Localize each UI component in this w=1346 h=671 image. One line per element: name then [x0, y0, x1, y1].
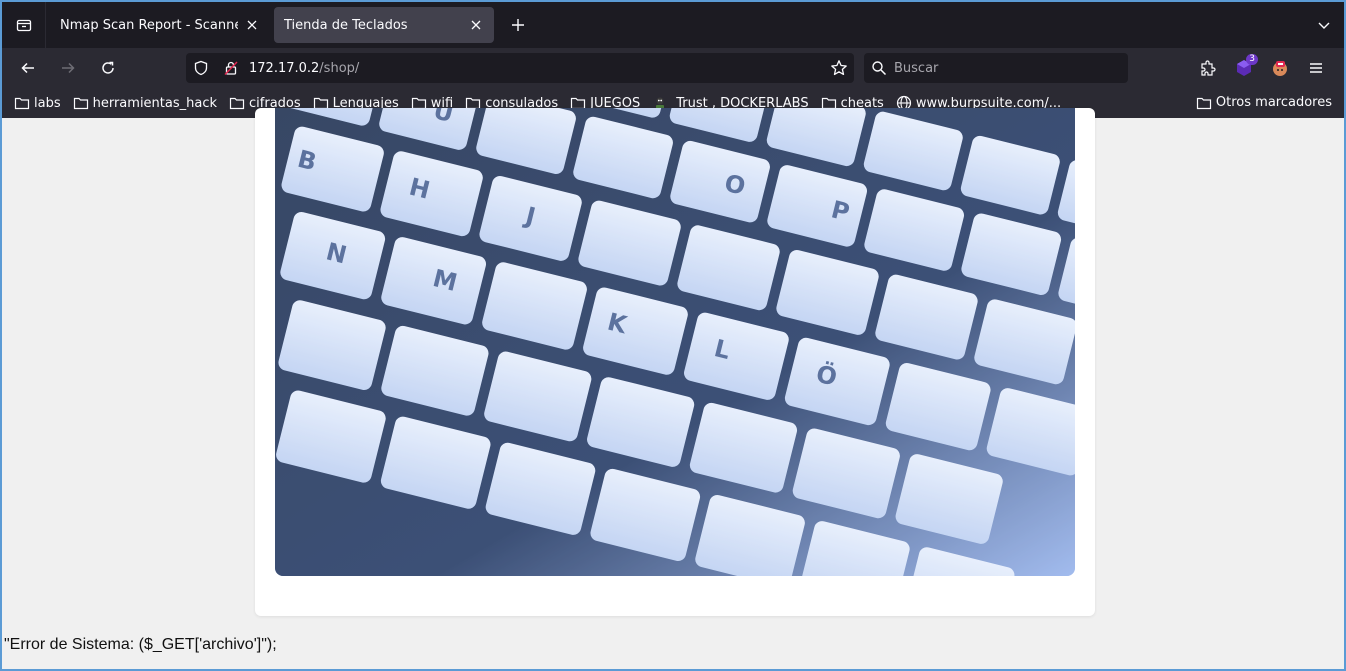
- other-bookmarks-label: Otros marcadores: [1215, 95, 1332, 110]
- extension-badge: 3: [1246, 54, 1258, 65]
- arrow-right-icon: [62, 62, 75, 74]
- app-menu-button[interactable]: [1298, 52, 1334, 84]
- bookmark-label: herramientas_hack: [92, 95, 218, 111]
- tab-title: Nmap Scan Report - Scanned at M: [60, 17, 238, 33]
- keyboard-photo: G H J K L Ö N M U O P B T: [275, 108, 1075, 576]
- tab-list-icon: [16, 19, 31, 32]
- list-all-tabs-button[interactable]: [1304, 2, 1344, 48]
- close-tab-button[interactable]: [468, 17, 484, 33]
- product-card: G H J K L Ö N M U O P B T: [255, 108, 1095, 616]
- tab-nmap-report[interactable]: Nmap Scan Report - Scanned at M: [50, 7, 270, 43]
- reload-button[interactable]: [90, 52, 126, 84]
- folder-icon: [14, 97, 30, 110]
- puzzle-icon: [1201, 60, 1216, 76]
- star-icon: [831, 60, 847, 76]
- extension-purple-button[interactable]: 3: [1226, 52, 1262, 84]
- reload-icon: [102, 61, 114, 74]
- close-icon: [471, 20, 481, 30]
- search-icon: [864, 60, 894, 76]
- keyboard-product-image: G H J K L Ö N M U O P B T: [275, 108, 1075, 576]
- shield-icon: [194, 60, 208, 76]
- page-content: G H J K L Ö N M U O P B T: [2, 108, 1344, 669]
- toolbar-right: 3: [1190, 52, 1334, 84]
- arrow-left-icon: [21, 62, 34, 74]
- url-path: /shop/: [319, 60, 360, 76]
- search-bar[interactable]: Buscar: [864, 53, 1128, 83]
- new-tab-button[interactable]: [502, 9, 534, 41]
- folder-icon: [73, 97, 88, 110]
- navigation-toolbar: 172.17.0.2/shop/ Buscar 3: [2, 48, 1344, 88]
- tab-title: Tienda de Teclados: [284, 17, 408, 33]
- extensions-button[interactable]: [1190, 52, 1226, 84]
- insecure-lock-icon: [224, 61, 238, 76]
- bookmark-herramientas-hack[interactable]: herramientas_hack: [73, 96, 217, 111]
- chevron-down-icon: [1318, 22, 1330, 29]
- tab-tienda-teclados[interactable]: Tienda de Teclados: [274, 7, 494, 43]
- back-button[interactable]: [10, 52, 46, 84]
- folder-icon: [229, 97, 245, 110]
- browser-window: Nmap Scan Report - Scanned at M Tienda d…: [0, 0, 1346, 671]
- plus-icon: [512, 19, 524, 31]
- extension-mascot-button[interactable]: [1262, 52, 1298, 84]
- bookmark-star-button[interactable]: [830, 59, 848, 81]
- error-message: "Error de Sistema: ($_GET['archivo']");: [4, 636, 277, 653]
- tracking-protection-button[interactable]: [186, 60, 216, 76]
- bookmark-labs[interactable]: labs: [14, 96, 61, 111]
- bookmark-label: labs: [34, 95, 61, 111]
- site-info-button[interactable]: [216, 60, 246, 76]
- tab-bar: Nmap Scan Report - Scanned at M Tienda d…: [2, 2, 1344, 48]
- tab-list-button[interactable]: [2, 2, 46, 48]
- other-bookmarks-folder[interactable]: Otros marcadores: [1196, 95, 1332, 110]
- close-tab-button[interactable]: [244, 17, 260, 33]
- close-icon: [247, 20, 257, 30]
- url-bar[interactable]: 172.17.0.2/shop/: [186, 53, 854, 83]
- url-host: 172.17.0.2: [249, 60, 320, 76]
- hamburger-menu-icon: [1310, 63, 1322, 73]
- forward-button[interactable]: [50, 52, 86, 84]
- mascot-icon: [1273, 61, 1287, 76]
- search-input[interactable]: Buscar: [894, 61, 938, 76]
- folder-icon: [1196, 97, 1212, 109]
- url-text[interactable]: 172.17.0.2/shop/: [249, 61, 359, 76]
